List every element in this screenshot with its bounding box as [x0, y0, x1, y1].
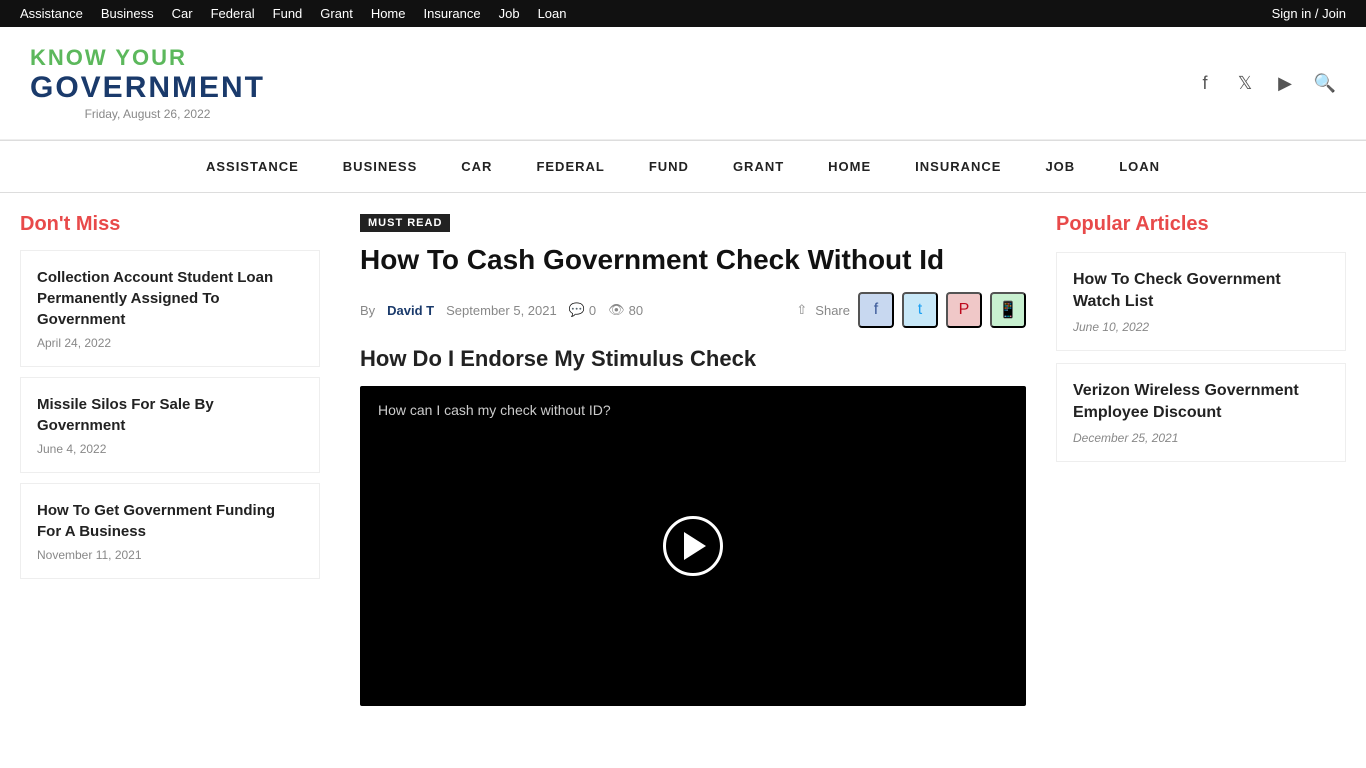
main-nav-item-fund[interactable]: FUND [627, 141, 711, 192]
top-nav-item-business[interactable]: Business [101, 6, 154, 21]
dont-miss-title: Don't Miss [20, 213, 320, 236]
main-nav-item-job[interactable]: JOB [1023, 141, 1097, 192]
popular-card-title: Verizon Wireless Government Employee Dis… [1073, 380, 1329, 425]
content-wrapper: Don't Miss Collection Account Student Lo… [0, 193, 1366, 726]
sign-in-link[interactable]: Sign in / Join [1272, 6, 1346, 21]
video-container[interactable]: How can I cash my check without ID? [360, 386, 1026, 706]
search-icon[interactable]: 🔍 [1314, 72, 1336, 94]
view-number: 80 [629, 303, 643, 318]
facebook-share-button[interactable]: f [858, 292, 894, 328]
twitter-icon[interactable]: 𝕏 [1234, 72, 1256, 94]
popular-card-title: How To Check Government Watch List [1073, 269, 1329, 314]
sidebar-card[interactable]: Missile Silos For Sale By Government Jun… [20, 377, 320, 473]
logo-gov: GOVERNMENT [30, 71, 265, 105]
share-bar: ⇧ Share f t P 📱 [796, 292, 1026, 328]
popular-card-date: June 10, 2022 [1073, 320, 1329, 334]
main-nav-item-assistance[interactable]: ASSISTANCE [184, 141, 321, 192]
main-nav-item-loan[interactable]: LOAN [1097, 141, 1182, 192]
views-count: 👁 80 [608, 302, 643, 318]
main-nav-item-business[interactable]: BUSINESS [321, 141, 439, 192]
whatsapp-share-button[interactable]: 📱 [990, 292, 1026, 328]
sidebar-card[interactable]: Collection Account Student Loan Permanen… [20, 250, 320, 367]
logo-area: KNOW YOUR GOVERNMENT Friday, August 26, … [30, 45, 265, 121]
comment-number: 0 [589, 303, 596, 318]
logo-know: KNOW YOUR [30, 45, 265, 71]
logo-date: Friday, August 26, 2022 [30, 107, 265, 121]
top-nav-item-job[interactable]: Job [499, 6, 520, 21]
header-icons: f 𝕏 ▶ 🔍 [1194, 72, 1336, 94]
article-meta: By David T September 5, 2021 💬 0 👁 80 ⇧ … [360, 292, 1026, 328]
main-nav-item-grant[interactable]: GRANT [711, 141, 806, 192]
popular-card-date: December 25, 2021 [1073, 431, 1329, 445]
share-icon: ⇧ [796, 302, 807, 318]
main-nav-item-insurance[interactable]: INSURANCE [893, 141, 1023, 192]
video-section-title: How Do I Endorse My Stimulus Check [360, 346, 1026, 372]
play-button[interactable] [663, 516, 723, 576]
sidebar-card-date: June 4, 2022 [37, 442, 303, 456]
top-nav-item-home[interactable]: Home [371, 6, 406, 21]
top-nav-item-insurance[interactable]: Insurance [424, 6, 481, 21]
main-nav: ASSISTANCEBUSINESSCARFEDERALFUNDGRANTHOM… [0, 140, 1366, 193]
top-bar: Assistance Business Car Federal Fund Grant Hom… [0, 0, 1366, 27]
header: KNOW YOUR GOVERNMENT Friday, August 26, … [0, 27, 1366, 140]
article-date: September 5, 2021 [446, 303, 557, 318]
top-nav-item-assistance[interactable]: Assistance [20, 6, 83, 21]
by-label: By [360, 303, 375, 318]
sidebar-card-title: How To Get Government Funding For A Busi… [37, 500, 303, 542]
sidebar-card-title: Collection Account Student Loan Permanen… [37, 267, 303, 330]
top-nav-item-federal[interactable]: Federal [211, 6, 255, 21]
sidebar-card-date: April 24, 2022 [37, 336, 303, 350]
comments-count: 💬 0 [569, 302, 596, 318]
popular-articles-title: Popular Articles [1056, 213, 1346, 236]
main-nav-item-car[interactable]: CAR [439, 141, 514, 192]
youtube-icon[interactable]: ▶ [1274, 72, 1296, 94]
popular-card[interactable]: How To Check Government Watch List June … [1056, 252, 1346, 351]
sidebar-card[interactable]: How To Get Government Funding For A Busi… [20, 483, 320, 579]
pinterest-share-button[interactable]: P [946, 292, 982, 328]
main-nav-item-federal[interactable]: FEDERAL [514, 141, 626, 192]
twitter-share-button[interactable]: t [902, 292, 938, 328]
top-nav-item-fund[interactable]: Fund [273, 6, 303, 21]
sidebar-card-title: Missile Silos For Sale By Government [37, 394, 303, 436]
comment-icon: 💬 [569, 302, 585, 318]
sidebar-card-date: November 11, 2021 [37, 548, 303, 562]
author-link[interactable]: David T [387, 303, 434, 318]
sidebar-left: Don't Miss Collection Account Student Lo… [20, 213, 340, 706]
top-bar-nav: Assistance Business Car Federal Fund Grant Hom… [20, 6, 566, 21]
top-nav-item-car[interactable]: Car [172, 6, 193, 21]
share-label: Share [815, 303, 850, 318]
top-nav-item-grant[interactable]: Grant [320, 6, 353, 21]
video-caption: How can I cash my check without ID? [378, 402, 611, 418]
eye-icon: 👁 [608, 302, 625, 318]
main-content: MUST READ How To Cash Government Check W… [340, 213, 1046, 706]
article-title: How To Cash Government Check Without Id [360, 242, 1026, 278]
popular-card[interactable]: Verizon Wireless Government Employee Dis… [1056, 363, 1346, 462]
must-read-badge: MUST READ [360, 214, 450, 232]
facebook-icon[interactable]: f [1194, 72, 1216, 94]
main-nav-item-home[interactable]: HOME [806, 141, 893, 192]
top-nav-item-loan[interactable]: Loan [538, 6, 567, 21]
sidebar-right: Popular Articles How To Check Government… [1046, 213, 1346, 706]
